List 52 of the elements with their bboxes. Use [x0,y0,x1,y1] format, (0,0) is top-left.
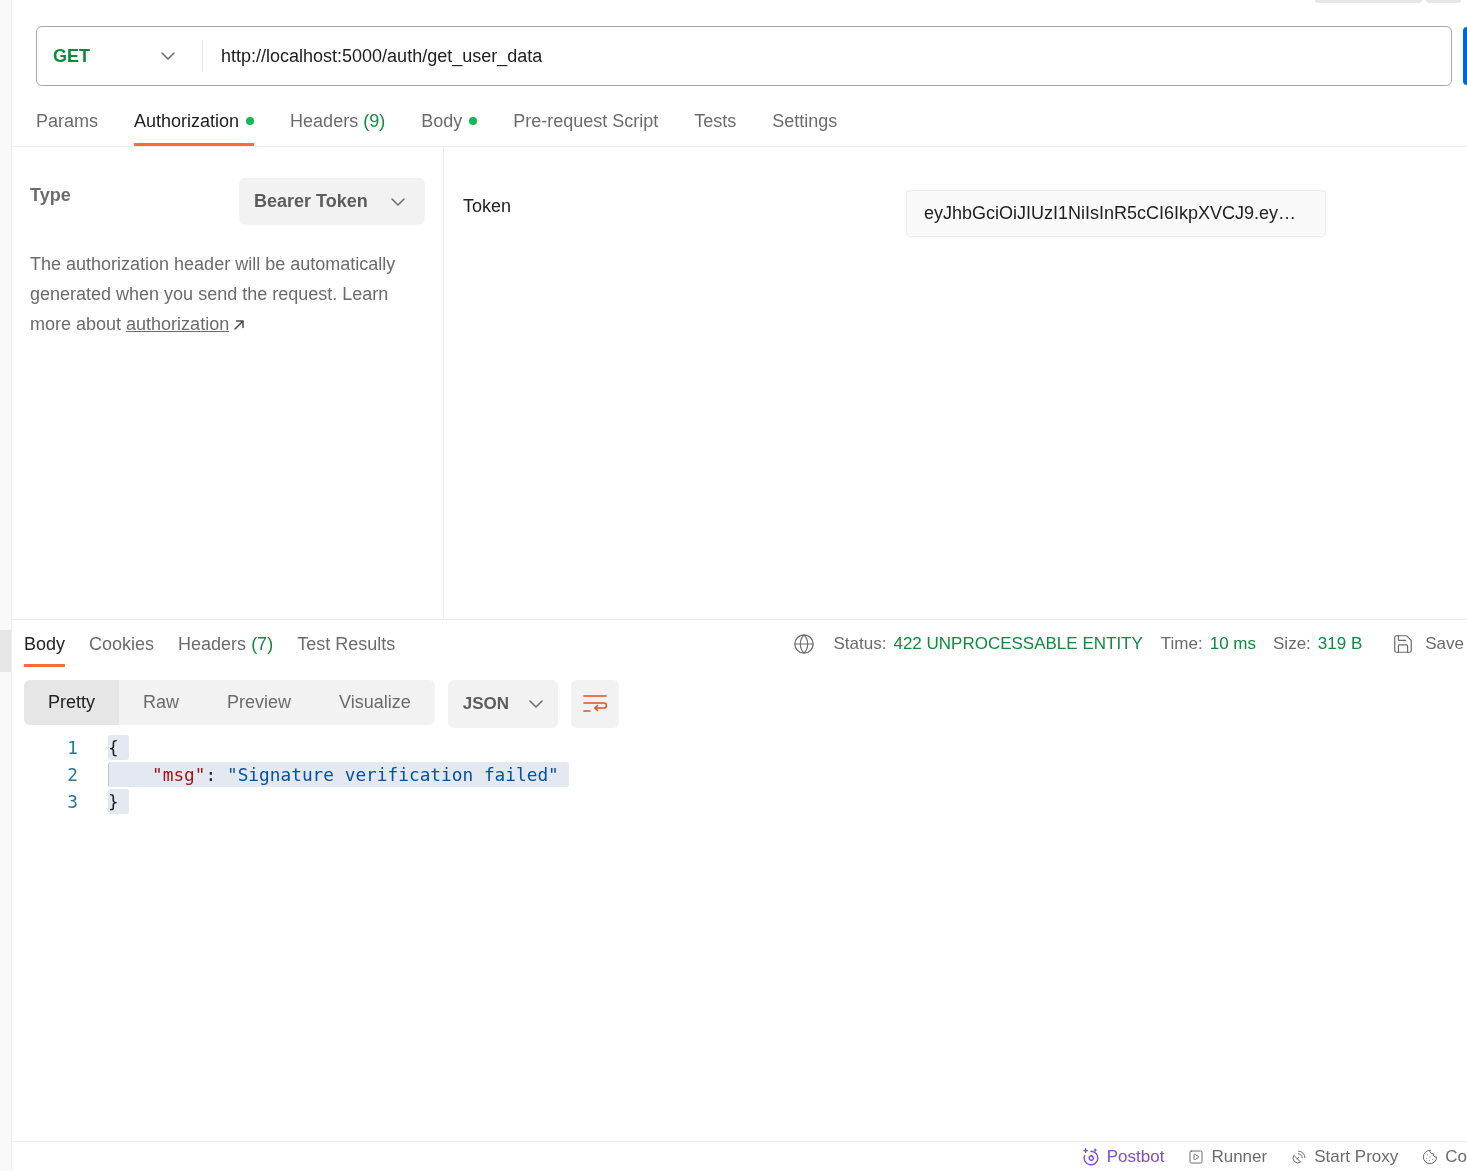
status-bar-item[interactable]: Postbot [1081,1143,1165,1170]
chevron-down-icon [161,52,175,60]
panel-handle[interactable] [0,630,11,672]
line-number: 3 [66,790,78,814]
url-field[interactable]: http://localhost:5000/auth/get_user_data [221,42,543,70]
wrap-button[interactable] [571,680,620,728]
status-bar-item[interactable]: Runner [1188,1143,1268,1170]
auth-description: The authorization header will be automatically generated when you send the request. Learn more about authorization [30,253,397,336]
request-tab[interactable]: Body [421,104,478,146]
satellite-dish-icon [1291,1148,1308,1165]
method-dropdown[interactable]: GET [37,27,202,85]
line-number: 1 [66,736,78,760]
response-tab[interactable]: Body [24,632,66,667]
response-tab[interactable]: Test Results [297,632,396,667]
view-mode-tab[interactable]: Visualize [315,680,435,725]
globe-icon[interactable] [792,633,815,655]
request-tab[interactable]: Authorization [134,104,255,146]
request-tab[interactable]: Headers (9) [290,104,386,146]
format-dropdown[interactable]: JSON [447,680,559,728]
token-field[interactable]: eyJhbGciOiJIUzI1NiIsInR5cCI6IkpXVCJ9.ey… [906,190,1326,237]
wrap-text-icon [583,694,608,714]
time-label: Time: [1160,633,1203,656]
auth-type-dropdown[interactable]: Bearer Token [239,178,425,225]
status-bar-item[interactable]: Co [1422,1143,1467,1170]
sparkle-circle-icon [1081,1147,1100,1166]
authorization-link[interactable]: authorization [126,314,230,334]
size-label: Size: [1273,633,1311,656]
request-tab[interactable]: Tests [694,104,737,146]
request-tab[interactable]: Pre-request Script [513,104,659,146]
save-icon [1392,633,1415,655]
request-tab[interactable]: Params [36,104,98,146]
chevron-down-icon [391,197,405,206]
button-edge[interactable] [1463,27,1467,85]
status-label: Status: [833,633,887,656]
response-tab[interactable]: Cookies [89,632,155,667]
status-value: 422 UNPROCESSABLE ENTITY [893,633,1143,656]
response-tab[interactable]: Headers (7) [178,632,274,667]
time-value: 10 ms [1209,633,1256,656]
status-bar-item[interactable]: Start Proxy [1291,1143,1399,1170]
cookie-icon [1422,1148,1439,1165]
external-link-icon [234,320,245,330]
type-label: Type [30,184,71,206]
request-tab[interactable]: Settings [772,104,838,146]
token-label: Token [463,195,513,218]
size-value: 319 B [1317,633,1363,656]
play-square-icon [1188,1148,1205,1165]
line-number: 2 [66,763,78,787]
view-mode-tab[interactable]: Preview [203,680,316,725]
save-button[interactable]: Save [1392,631,1464,657]
view-mode-tab[interactable]: Pretty [24,680,119,725]
view-mode-tab[interactable]: Raw [119,680,204,725]
chevron-down-icon [529,700,544,708]
